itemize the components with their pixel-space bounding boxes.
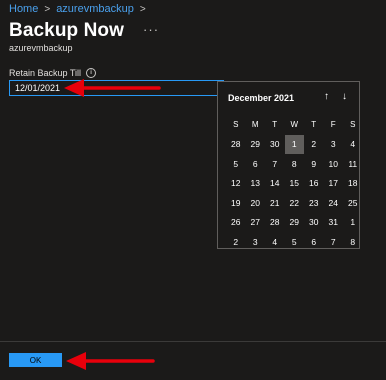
annotation-arrow-ok [66, 352, 155, 370]
annotation-arrow-input [64, 79, 161, 97]
annotation-arrows [64, 79, 161, 370]
